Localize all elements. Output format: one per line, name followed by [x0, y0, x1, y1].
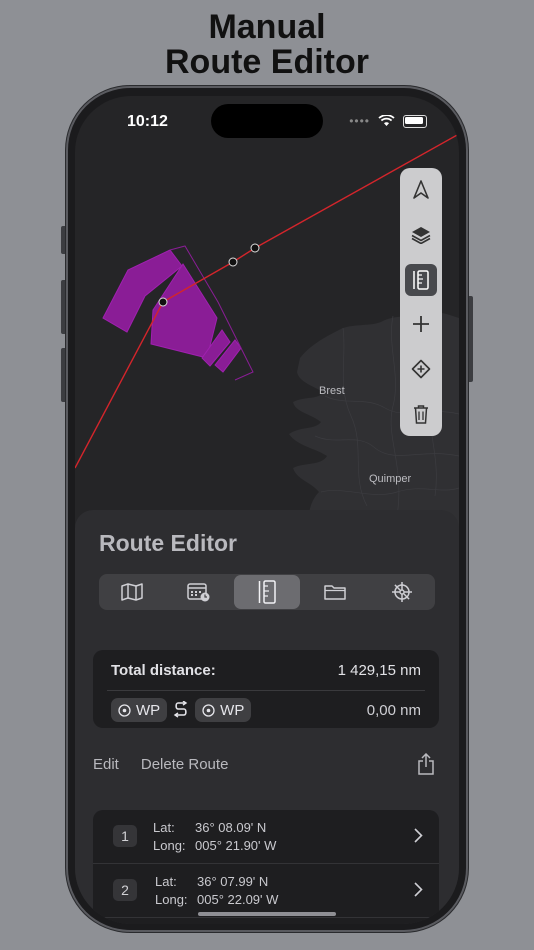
segment-distance-value: 0,00 nm: [366, 701, 421, 719]
share-icon[interactable]: [417, 753, 435, 775]
route-waypoint-marker: [228, 257, 238, 267]
waypoint-coordinates: Lat: 36° 07.99' N Long: 005° 22.09' W: [155, 873, 278, 909]
route-waypoint-marker: [158, 297, 168, 307]
wifi-icon: [378, 115, 395, 126]
calendar-icon: [187, 583, 210, 602]
folder-icon: [324, 585, 346, 600]
divider: [107, 690, 425, 691]
from-waypoint-picker[interactable]: WP: [111, 698, 168, 722]
tab-settings[interactable]: [368, 574, 435, 610]
to-waypoint-picker[interactable]: WP: [195, 698, 252, 722]
route-actions: Edit Delete Route: [93, 752, 435, 776]
panel-title: Route Editor: [99, 530, 237, 556]
phone-screen: Brest Quimper 10:12 •••• Route Editor To…: [75, 96, 459, 924]
lat-value: 36° 08.09' N: [195, 820, 267, 835]
ruler-icon: [258, 580, 276, 604]
route-editor-panel: Route Editor Total distance: 1 429,15 nm: [75, 510, 459, 924]
home-indicator[interactable]: [198, 912, 336, 916]
route-waypoint-marker: [250, 243, 260, 253]
waypoint-row[interactable]: 2 Lat: 36° 07.99' N Long: 005° 22.09' W: [93, 864, 439, 918]
lat-label: Lat:: [155, 874, 177, 889]
target-icon: [118, 703, 131, 717]
total-distance-label: Total distance:: [111, 662, 216, 679]
map-toolbar: [400, 168, 442, 436]
distance-card: Total distance: 1 429,15 nm WP WP 0,00 n…: [93, 650, 439, 728]
trash-icon[interactable]: [405, 398, 437, 430]
swap-icon[interactable]: [173, 701, 189, 719]
waypoint-row[interactable]: 1 Lat: 36° 08.09' N Long: 005° 21.90' W: [93, 810, 439, 864]
delete-route-button[interactable]: Delete Route: [141, 756, 229, 773]
waypoint-list: 1 Lat: 36° 08.09' N Long: 005° 21.90' W 2 …: [93, 810, 439, 924]
total-distance-row: Total distance: 1 429,15 nm: [111, 662, 421, 679]
long-label: Long:: [153, 838, 186, 853]
headline-line-1: Manual: [208, 8, 326, 46]
map-label-brest: Brest: [319, 385, 345, 397]
status-time: 10:12: [127, 113, 168, 130]
panel-tab-bar: [99, 574, 435, 610]
add-waypoint-icon[interactable]: [405, 353, 437, 385]
long-value: 005° 21.90' W: [195, 838, 277, 853]
layers-icon[interactable]: [405, 219, 437, 251]
plus-icon[interactable]: [405, 308, 437, 340]
long-value: 005° 22.09' W: [197, 892, 279, 907]
restricted-zone: [102, 249, 242, 373]
signal-icon: ••••: [349, 114, 370, 128]
waypoint-coordinates: Lat: 36° 08.09' N Long: 005° 21.90' W: [153, 819, 276, 855]
from-waypoint-label: WP: [136, 701, 161, 719]
map-label-quimper: Quimper: [369, 473, 412, 485]
tab-files[interactable]: [301, 574, 368, 610]
to-waypoint-label: WP: [220, 701, 245, 719]
segment-distance-row: WP WP 0,00 nm: [111, 698, 421, 722]
dynamic-island: [211, 104, 323, 138]
status-icons: ••••: [349, 114, 427, 128]
tab-route[interactable]: [233, 575, 301, 609]
helm-icon: [391, 582, 412, 602]
edit-button[interactable]: Edit: [93, 756, 119, 773]
headline-line-2: Route Editor: [165, 43, 369, 81]
waypoint-number: 1: [113, 825, 137, 847]
tab-schedule[interactable]: [166, 574, 233, 610]
target-icon: [202, 703, 215, 717]
marketing-headline: Manual Route Editor: [0, 10, 534, 80]
battery-icon: [403, 114, 427, 128]
total-distance-value: 1 429,15 nm: [337, 662, 421, 679]
lat-label: Lat:: [153, 820, 175, 835]
ruler-icon[interactable]: [405, 263, 437, 296]
waypoint-number: 2: [113, 879, 137, 901]
navigation-arrow-icon[interactable]: [405, 174, 437, 206]
chevron-right-icon: [414, 828, 423, 843]
chevron-right-icon: [414, 882, 423, 897]
lat-value: 36° 07.99' N: [197, 874, 269, 889]
tab-map[interactable]: [99, 574, 166, 610]
map-icon: [121, 583, 144, 601]
long-label: Long:: [155, 892, 188, 907]
